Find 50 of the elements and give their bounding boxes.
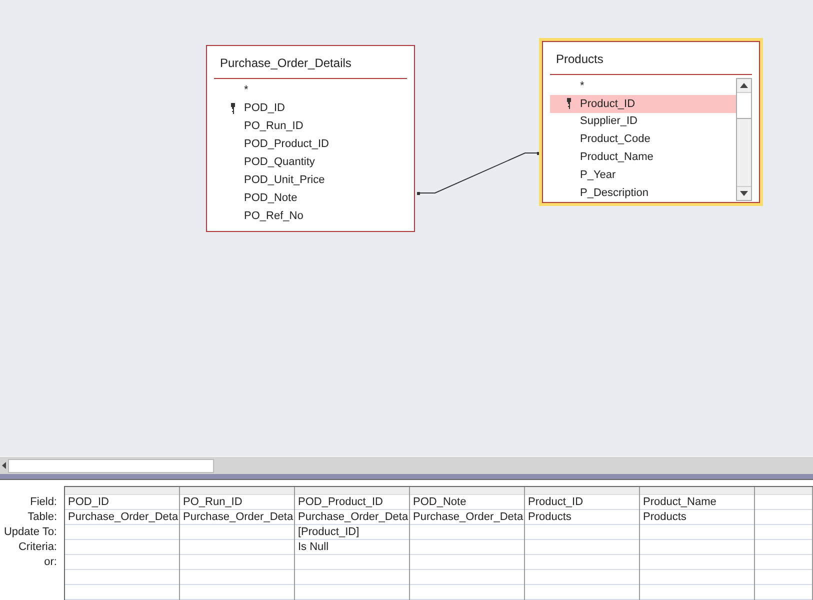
column-selector[interactable] bbox=[410, 487, 524, 495]
row-label: Field: bbox=[30, 495, 57, 510]
field-list-item[interactable]: * bbox=[550, 77, 736, 95]
table-window[interactable]: Products * Product_ID Supplier_ID Product_Code Product_Name P_Year P_Description bbox=[542, 41, 760, 203]
grid-cell[interactable]: Products bbox=[643, 510, 686, 524]
grid-cell[interactable]: POD_Note bbox=[413, 495, 466, 509]
grid-cell[interactable]: POD_Product_ID bbox=[298, 495, 383, 509]
grid-cell[interactable]: Product_Name bbox=[643, 495, 716, 509]
key-icon bbox=[230, 102, 236, 114]
grid-cell[interactable]: Products bbox=[528, 510, 572, 524]
column-selector[interactable] bbox=[640, 487, 754, 495]
grid-cell[interactable]: Is Null bbox=[298, 540, 329, 554]
row-label: or: bbox=[44, 555, 57, 570]
grid-cell[interactable]: Product_ID bbox=[528, 495, 584, 509]
column-selector[interactable] bbox=[755, 487, 812, 495]
table-title: Products bbox=[555, 51, 604, 68]
field-list-item[interactable]: POD_Unit_Price bbox=[214, 171, 407, 189]
field-list-item[interactable]: Supplier_ID bbox=[550, 112, 736, 131]
row-label: Update To: bbox=[4, 525, 57, 540]
field-list-item[interactable]: PO_Ref_No bbox=[214, 207, 407, 225]
horizontal-scroll-thumb[interactable] bbox=[8, 458, 214, 473]
scrollbar[interactable] bbox=[736, 78, 752, 201]
grid-cell[interactable]: PO_Run_ID bbox=[183, 495, 242, 509]
field-list-item[interactable]: PO_Run_ID bbox=[214, 117, 407, 135]
key-icon bbox=[566, 98, 572, 110]
row-label: Table: bbox=[28, 510, 57, 526]
row-label: Criteria: bbox=[18, 540, 57, 556]
column-selector[interactable] bbox=[295, 487, 409, 495]
grid-cell[interactable]: Purchase_Order_Deta bbox=[413, 510, 524, 524]
grid-cell[interactable]: [Product_ID] bbox=[298, 525, 360, 539]
field-list-item[interactable]: Product_Name bbox=[550, 148, 736, 166]
column-selector[interactable] bbox=[525, 487, 639, 495]
field-list-item[interactable]: POD_ID bbox=[214, 99, 407, 117]
field-list-item[interactable]: Product_ID bbox=[550, 94, 736, 113]
field-list-item[interactable]: POD_Quantity bbox=[214, 153, 407, 171]
grid-cell[interactable]: POD_ID bbox=[68, 495, 109, 509]
field-list-item[interactable]: * bbox=[214, 81, 407, 99]
table-title: Purchase_Order_Details bbox=[219, 55, 352, 72]
scroll-thumb[interactable] bbox=[737, 93, 751, 119]
field-list-item[interactable]: P_Year bbox=[550, 166, 736, 184]
field-list-item[interactable]: Product_Code bbox=[550, 130, 736, 148]
grid-cell[interactable]: Purchase_Order_Deta bbox=[68, 510, 178, 524]
field-list-item[interactable]: POD_Product_ID bbox=[214, 135, 407, 153]
table-window[interactable]: Purchase_Order_Details * POD_ID PO_Run_ID POD_Product_ID POD_Quantity POD_Unit_Price POD_Note PO_Ref_No bbox=[206, 45, 415, 232]
grid-cell[interactable]: Purchase_Order_Deta bbox=[298, 510, 408, 524]
column-selector[interactable] bbox=[65, 487, 179, 495]
field-list-item[interactable]: P_Description bbox=[550, 184, 736, 202]
field-list-item[interactable]: POD_Note bbox=[214, 189, 407, 207]
column-selector[interactable] bbox=[180, 487, 294, 495]
grid-cell[interactable]: Purchase_Order_Deta bbox=[183, 510, 294, 524]
